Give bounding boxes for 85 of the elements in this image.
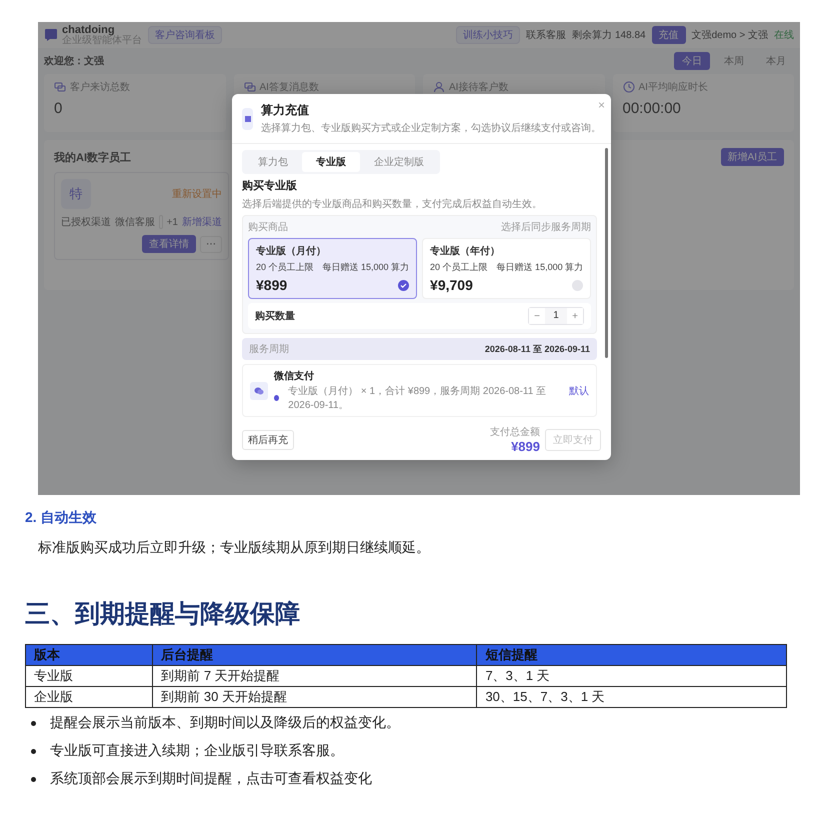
period-tab[interactable]: 今日 [674, 52, 710, 70]
online-status: 在线 [774, 28, 794, 42]
table-cell: 企业版 [26, 686, 153, 708]
column-header: 后台提醒 [152, 644, 477, 666]
stat-label: AI答复消息数 [260, 80, 319, 94]
list-item: 提醒会展示当前版本、到期时间以及降级后的权益变化。 [50, 714, 400, 732]
pay-button[interactable]: 立即支付 [545, 428, 601, 450]
dialog-subtitle: 选择算力包、专业版购买方式或企业定制方案，勾选协议后继续支付或咨询。 [261, 122, 601, 135]
section-subheading: 2. 自动生效 [25, 509, 98, 527]
total-label: 支付总金额 [490, 426, 540, 439]
products-hint: 选择后同步服务周期 [501, 220, 591, 234]
column-header: 版本 [26, 644, 153, 666]
stat-value: 0 [54, 100, 64, 117]
panel-title: 我的AI数字员工 [54, 150, 131, 164]
board-button[interactable]: 客户咨询看板 [148, 26, 222, 44]
check-icon [398, 280, 410, 290]
employee-status: 重新设置中 [172, 188, 222, 201]
welcome-text: 欢迎您：文强 [44, 54, 104, 68]
period-label: 服务周期 [249, 342, 289, 356]
more-button[interactable]: ⋯ [200, 236, 222, 252]
chat-icon [54, 81, 66, 93]
logo-icon [44, 28, 58, 42]
table-cell: 到期前 7 天开始提醒 [152, 666, 477, 686]
contact-link[interactable]: 联系客服 [526, 28, 566, 42]
bullet-icon [31, 720, 36, 726]
period-value: 2026-08-11 至 2026-09-11 [484, 342, 590, 356]
more-count: +1 [166, 216, 178, 228]
products-label: 购买商品 [248, 220, 288, 234]
later-button[interactable]: 稍后再充 [242, 430, 294, 450]
clock-icon [622, 81, 634, 93]
table-cell: 7、3、1 天 [476, 666, 786, 686]
product-price: ¥9,709 [430, 277, 473, 293]
product-name: 专业版（年付） [430, 244, 502, 258]
product-option[interactable]: 专业版（年付） 20 个员工上限 每日赠送 15,000 算力 ¥9,709 [422, 238, 592, 299]
section-heading: 购买专业版 [242, 178, 298, 193]
balance-text: 剩余算力 148.84 [572, 28, 646, 42]
column-header: 短信提醒 [476, 644, 786, 666]
table-cell: 专业版 [26, 666, 153, 686]
add-employee-button[interactable]: 新增AI员工 [720, 148, 784, 166]
bullet-icon [31, 748, 36, 754]
dialog-icon [242, 108, 253, 130]
radio-icon [572, 280, 584, 290]
user-icon [433, 81, 445, 93]
employee-avatar: 特 [61, 179, 91, 209]
close-button[interactable]: × [598, 98, 605, 112]
period-tab[interactable]: 本周 [716, 52, 752, 70]
section-description: 选择后端提供的专业版商品和购买数量，支付完成后权益自动生效。 [242, 198, 543, 211]
default-label: 默认 [569, 384, 589, 398]
section-heading: 三、到期提醒与降级保障 [25, 599, 301, 630]
table-cell: 到期前 30 天开始提醒 [152, 686, 477, 708]
plan-tab[interactable]: 专业版 [302, 152, 360, 172]
paragraph: 标准版购买成功后立即升级；专业版续期从原到期日继续顺延。 [38, 539, 431, 557]
quantity-label: 购买数量 [255, 310, 295, 323]
plan-tab[interactable]: 算力包 [244, 152, 302, 172]
stat-label: 客户来访总数 [70, 80, 130, 94]
tips-button[interactable]: 训练小技巧 [456, 26, 520, 44]
plan-tab[interactable]: 企业定制版 [360, 152, 438, 172]
wechat-icon [250, 382, 268, 400]
user-menu[interactable]: 文强demo > 文强 [692, 28, 768, 42]
list-item: 系统顶部会展示到期时间提醒，点击可查看权益变化 [50, 770, 372, 788]
recharge-button[interactable]: 充值 [652, 26, 686, 44]
bullet-icon [31, 776, 36, 782]
chat-icon [244, 81, 256, 93]
logo-text: chatdoing [62, 24, 115, 36]
dialog-title: 算力充值 [261, 102, 310, 119]
product-features: 20 个员工上限 每日赠送 15,000 算力 [430, 261, 584, 274]
product-price: ¥899 [256, 277, 288, 293]
stat-label: AI接待客户数 [449, 80, 508, 94]
stat-value: 00:00:00 [622, 100, 682, 117]
period-tab[interactable]: 本月 [758, 52, 794, 70]
payment-name: 微信支付 [274, 370, 315, 383]
add-channel-link[interactable]: 新增渠道 [182, 215, 222, 229]
product-name: 专业版（月付） [256, 244, 327, 258]
channels-label: 已授权渠道 [61, 216, 111, 229]
product-features: 20 个员工上限 每日赠送 15,000 算力 [256, 261, 410, 274]
channel-name: 微信客服 [115, 216, 155, 229]
quantity-value: 1 [545, 308, 567, 324]
product-option[interactable]: 专业版（月付） 20 个员工上限 每日赠送 15,000 算力 ¥899 [248, 238, 418, 299]
table-cell: 30、15、7、3、1 天 [476, 686, 786, 708]
details-button[interactable]: 查看详情 [142, 235, 196, 253]
total-amount: ¥899 [511, 439, 540, 454]
status-dot [274, 395, 280, 401]
payment-detail: 专业版（月付） × 1，合计 ¥899，服务周期 2026-08-11 至 2026-09-11。 [288, 384, 548, 412]
list-item: 专业版可直接进入续期；企业版引导联系客服。 [50, 742, 344, 760]
stat-label: AI平均响应时长 [638, 80, 708, 94]
